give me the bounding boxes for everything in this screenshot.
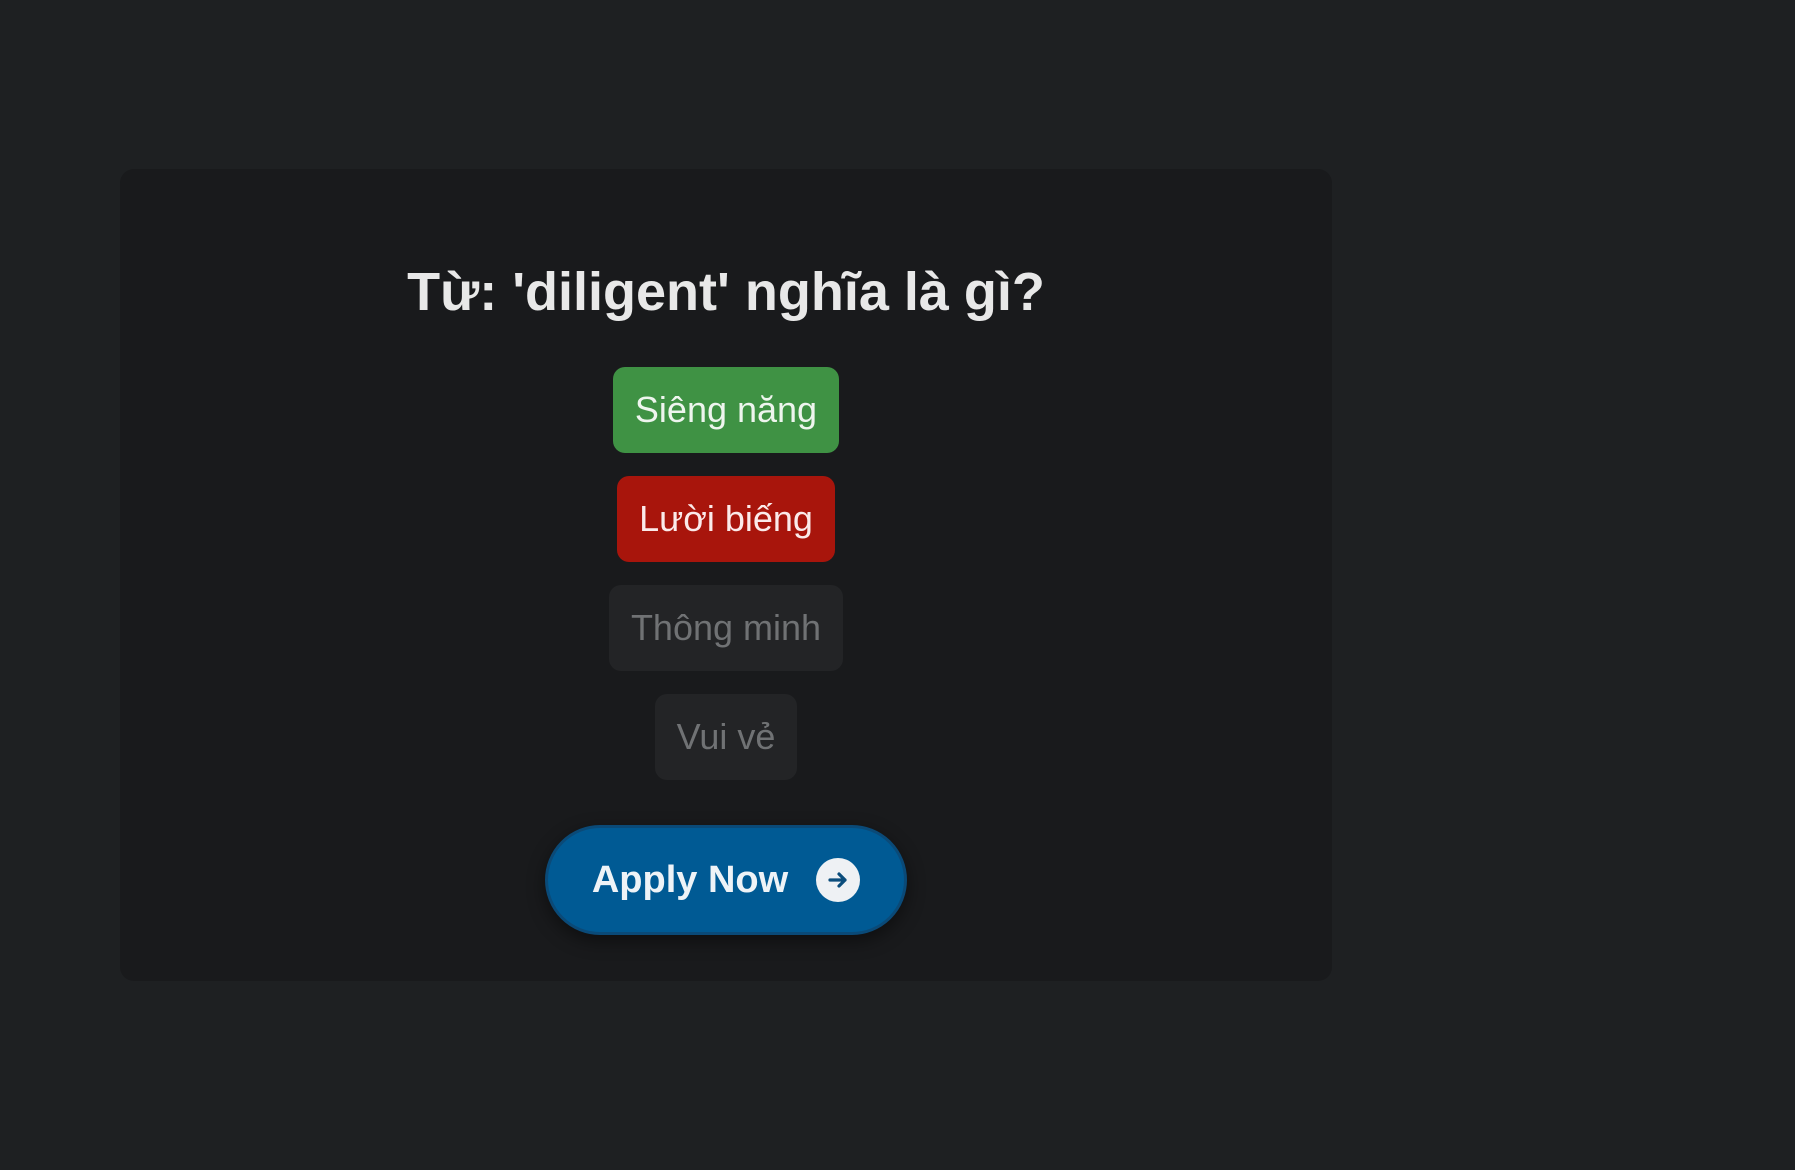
question-title: Từ: 'diligent' nghĩa là gì?: [407, 262, 1045, 322]
quiz-card: Từ: 'diligent' nghĩa là gì? Siêng năng L…: [120, 169, 1332, 981]
option-thong-minh-button: Thông minh: [608, 585, 844, 671]
apply-now-label: Apply Now: [591, 858, 789, 901]
option-vui-ve-button: Vui vẻ: [654, 694, 798, 780]
answer-options: Siêng năng Lười biếng Thông minh Vui vẻ: [120, 367, 1332, 803]
arrow-right-icon: [816, 858, 861, 902]
option-sieng-nang-button[interactable]: Siêng năng: [612, 367, 840, 453]
option-luoi-bieng-button[interactable]: Lười biếng: [617, 476, 835, 562]
apply-now-button[interactable]: Apply Now: [545, 825, 907, 935]
